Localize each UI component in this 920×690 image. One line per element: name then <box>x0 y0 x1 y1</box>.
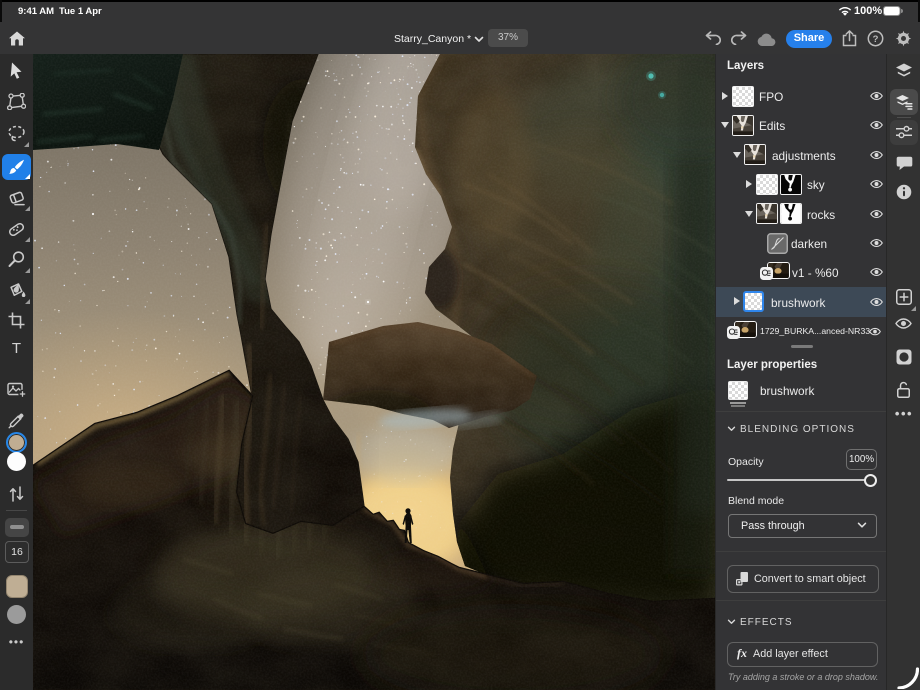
svg-text:?: ? <box>873 34 879 45</box>
